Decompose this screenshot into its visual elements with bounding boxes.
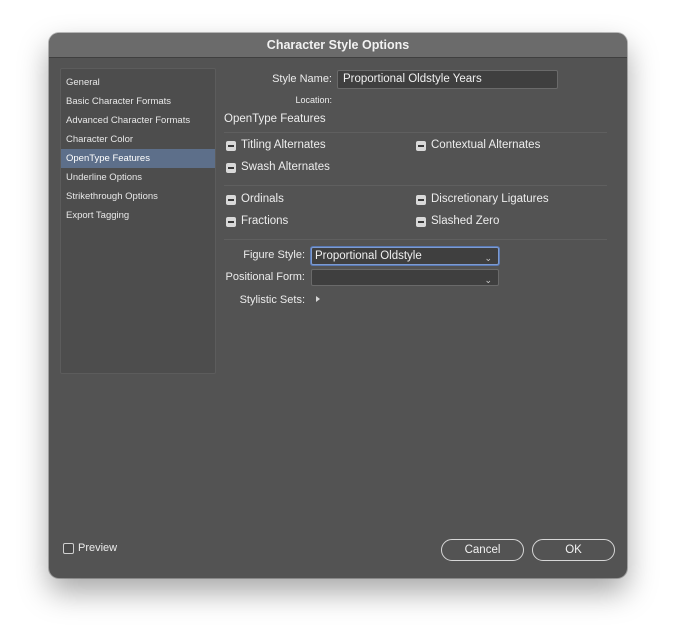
divider	[224, 185, 607, 186]
mixed-state-icon	[228, 167, 234, 169]
mixed-state-icon	[418, 199, 424, 201]
figure-style-label: Figure Style:	[243, 249, 305, 261]
sidebar-item-character-color[interactable]: Character Color	[61, 130, 215, 149]
chevron-down-icon: ⌄	[484, 253, 492, 263]
mixed-state-icon	[418, 145, 424, 147]
titling-alternates-label: Titling Alternates	[241, 139, 326, 151]
sidebar-item-basic-character-formats[interactable]: Basic Character Formats	[61, 92, 215, 111]
sidebar-item-strikethrough-options[interactable]: Strikethrough Options	[61, 187, 215, 206]
positional-form-label: Positional Form:	[225, 271, 305, 283]
fractions-label: Fractions	[241, 215, 289, 227]
section-title: OpenType Features	[224, 113, 326, 125]
style-name-label: Style Name:	[272, 73, 332, 85]
contextual-alternates-checkbox[interactable]	[416, 141, 426, 151]
titling-alternates-checkbox[interactable]	[226, 141, 236, 151]
location-label: Location:	[295, 95, 332, 105]
stylistic-sets-label: Stylistic Sets:	[239, 294, 305, 306]
sidebar-item-underline-options[interactable]: Underline Options	[61, 168, 215, 187]
divider	[224, 132, 607, 133]
category-list: General Basic Character Formats Advanced…	[60, 68, 216, 374]
fractions-checkbox[interactable]	[226, 217, 236, 227]
figure-style-select[interactable]: Proportional Oldstyle ⌄	[311, 247, 499, 265]
mixed-state-icon	[228, 221, 234, 223]
slashed-zero-checkbox[interactable]	[416, 217, 426, 227]
discretionary-ligatures-checkbox[interactable]	[416, 195, 426, 205]
mixed-state-icon	[228, 145, 234, 147]
style-name-input[interactable]: Proportional Oldstyle Years	[337, 70, 558, 89]
swash-alternates-checkbox[interactable]	[226, 163, 236, 173]
figure-style-value: Proportional Oldstyle	[315, 250, 422, 262]
discretionary-ligatures-label: Discretionary Ligatures	[431, 193, 549, 205]
swash-alternates-label: Swash Alternates	[241, 161, 330, 173]
sidebar-item-advanced-character-formats[interactable]: Advanced Character Formats	[61, 111, 215, 130]
sidebar-item-opentype-features[interactable]: OpenType Features	[61, 149, 215, 168]
positional-form-select[interactable]: ⌄	[311, 269, 499, 286]
ordinals-label: Ordinals	[241, 193, 284, 205]
mixed-state-icon	[418, 221, 424, 223]
preview-label: Preview	[78, 542, 118, 554]
mixed-state-icon	[228, 199, 234, 201]
contextual-alternates-label: Contextual Alternates	[431, 139, 541, 151]
sidebar-item-general[interactable]: General	[61, 73, 215, 92]
cancel-button[interactable]: Cancel	[441, 539, 524, 561]
preview-checkbox[interactable]	[63, 543, 74, 554]
disclosure-triangle-icon[interactable]	[316, 296, 320, 302]
ok-button[interactable]: OK	[532, 539, 615, 561]
divider	[224, 239, 607, 240]
ordinals-checkbox[interactable]	[226, 195, 236, 205]
dialog-title: Character Style Options	[49, 33, 627, 58]
sidebar-item-export-tagging[interactable]: Export Tagging	[61, 206, 215, 225]
chevron-down-icon: ⌄	[484, 275, 492, 285]
character-style-options-dialog: Character Style Options General Basic Ch…	[49, 33, 627, 578]
slashed-zero-label: Slashed Zero	[431, 215, 500, 227]
